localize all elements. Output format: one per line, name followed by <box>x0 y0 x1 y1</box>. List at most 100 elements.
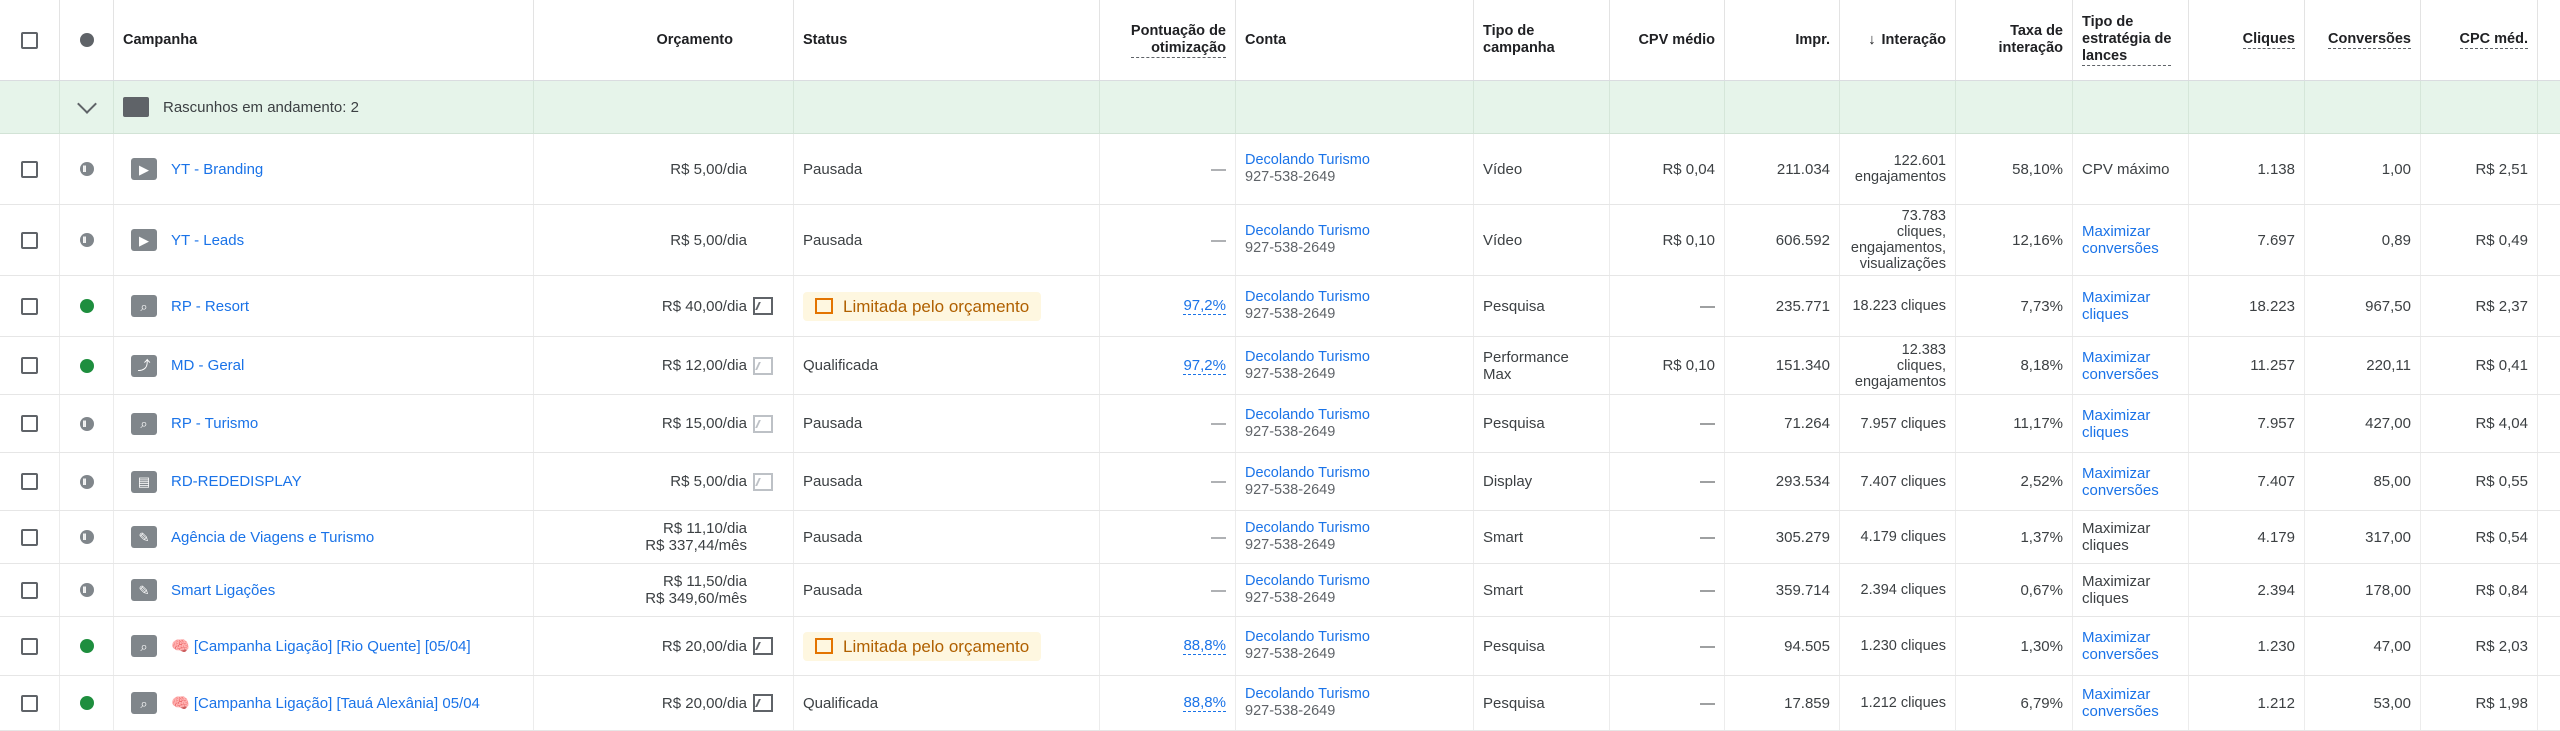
row-checkbox[interactable] <box>21 415 38 432</box>
bid-strategy-value[interactable]: Maximizar conversões <box>2082 349 2179 383</box>
col-budget[interactable]: Orçamento <box>534 0 794 80</box>
budget-chart-icon[interactable] <box>753 694 773 712</box>
status-enabled-icon[interactable] <box>79 358 94 373</box>
campaign-name-link[interactable]: Agência de Viagens e Turismo <box>171 529 374 546</box>
row-status-cell[interactable] <box>60 676 114 730</box>
account-cell: Decolando Turismo 927-538-2649 <box>1236 617 1474 675</box>
limited-by-budget-badge[interactable]: Limitada pelo orçamento <box>803 631 1042 661</box>
col-optimization-score[interactable]: Pontuação de otimização <box>1100 0 1236 80</box>
row-status-cell[interactable] <box>60 276 114 336</box>
status-paused-icon[interactable] <box>79 162 94 176</box>
budget-chart-icon[interactable] <box>753 637 773 655</box>
chevron-down-icon[interactable] <box>76 94 97 114</box>
optimization-score[interactable]: 88,8% <box>1183 637 1226 655</box>
col-avg-cpc[interactable]: CPC méd. <box>2421 0 2538 80</box>
bid-strategy-value[interactable]: Maximizar conversões <box>2082 465 2179 499</box>
status-paused-icon[interactable] <box>79 583 94 597</box>
status-paused-icon[interactable] <box>79 416 94 431</box>
col-campaign[interactable]: Campanha <box>114 0 534 80</box>
col-conversions[interactable]: Conversões <box>2305 0 2421 80</box>
campaign-name-link[interactable]: 🧠 [Campanha Ligação] [Tauá Alexânia] 05/… <box>171 695 480 712</box>
status-paused-icon[interactable] <box>79 530 94 544</box>
drafts-group-row[interactable]: Rascunhos em andamento: 2 <box>0 81 2560 134</box>
row-status-cell[interactable] <box>60 395 114 452</box>
optimization-score[interactable]: 97,2% <box>1183 357 1226 375</box>
campaign-name-link[interactable]: 🧠 [Campanha Ligação] [Rio Quente] [05/04… <box>171 638 471 655</box>
account-id: 927-538-2649 <box>1245 169 1336 185</box>
campaign-name-link[interactable]: MD - Geral <box>171 357 244 374</box>
campaign-name-link[interactable]: Smart Ligações <box>171 582 275 599</box>
row-checkbox[interactable] <box>21 637 38 655</box>
col-campaign-type[interactable]: Tipo de campanha <box>1474 0 1610 80</box>
account-wrap: Decolando Turismo 927-538-2649 <box>1245 349 1370 383</box>
row-checkbox[interactable] <box>21 581 38 599</box>
account-name-link[interactable]: Decolando Turismo <box>1245 289 1370 306</box>
row-status-cell[interactable] <box>60 134 114 204</box>
account-cell: Decolando Turismo 927-538-2649 <box>1236 134 1474 204</box>
row-checkbox[interactable] <box>21 357 38 374</box>
account-name-link[interactable]: Decolando Turismo <box>1245 629 1370 646</box>
col-clicks[interactable]: Cliques <box>2189 0 2305 80</box>
interactions-cell: 7.957 cliques <box>1840 395 1956 452</box>
campaign-name-link[interactable]: YT - Branding <box>171 161 263 178</box>
budget-daily: R$ 20,00/dia <box>661 637 747 655</box>
status-paused-icon[interactable] <box>79 233 94 247</box>
col-account[interactable]: Conta <box>1236 0 1474 80</box>
col-avg-cpv[interactable]: CPV médio <box>1610 0 1725 80</box>
account-name-link[interactable]: Decolando Turismo <box>1245 152 1370 169</box>
row-checkbox[interactable] <box>21 528 38 546</box>
budget-text: R$ 11,50/dia R$ 349,60/mês <box>645 573 747 607</box>
col-interactions[interactable]: ↓ Interação <box>1840 0 1956 80</box>
col-impressions[interactable]: Impr. <box>1725 0 1840 80</box>
account-name-link[interactable]: Decolando Turismo <box>1245 686 1370 703</box>
row-select-cell <box>0 453 60 510</box>
row-checkbox[interactable] <box>21 231 38 249</box>
status-paused-icon[interactable] <box>79 474 94 489</box>
extra-cell <box>2538 276 2560 336</box>
col-bid-strategy[interactable]: Tipo de estratégia de lances <box>2073 0 2189 80</box>
col-interaction-rate[interactable]: Taxa de interação <box>1956 0 2073 80</box>
row-checkbox[interactable] <box>21 160 38 178</box>
budget-chart-icon[interactable] <box>753 297 773 315</box>
optimization-score[interactable]: 88,8% <box>1183 694 1226 712</box>
row-status-cell[interactable] <box>60 453 114 510</box>
bid-strategy-value[interactable]: Maximizar conversões <box>2082 223 2179 257</box>
account-name-link[interactable]: Decolando Turismo <box>1245 520 1370 537</box>
bid-strategy-value[interactable]: Maximizar conversões <box>2082 686 2179 720</box>
bid-strategy-value[interactable]: Maximizar cliques <box>2082 289 2179 323</box>
campaign-name-link[interactable]: YT - Leads <box>171 232 244 249</box>
budget-daily: R$ 15,00/dia <box>661 415 747 432</box>
row-status-cell[interactable] <box>60 337 114 394</box>
account-name-link[interactable]: Decolando Turismo <box>1245 407 1370 424</box>
account-name-link[interactable]: Decolando Turismo <box>1245 465 1370 482</box>
account-cell: Decolando Turismo 927-538-2649 <box>1236 676 1474 730</box>
status-enabled-icon[interactable] <box>79 299 94 313</box>
row-status-cell[interactable] <box>60 511 114 563</box>
limited-by-budget-badge[interactable]: Limitada pelo orçamento <box>803 291 1042 321</box>
account-name-link[interactable]: Decolando Turismo <box>1245 573 1370 590</box>
campaign-name-link[interactable]: RP - Resort <box>171 298 249 315</box>
bid-strategy-cell: Maximizar conversões <box>2073 337 2189 394</box>
campaign-name-link[interactable]: RP - Turismo <box>171 415 258 432</box>
col-bid-strategy-line3: lances <box>2082 48 2128 64</box>
select-all-checkbox[interactable] <box>21 31 38 49</box>
campaign-name-link[interactable]: RD-REDEDISPLAY <box>171 473 302 490</box>
account-name-link[interactable]: Decolando Turismo <box>1245 223 1370 240</box>
optimization-score[interactable]: 97,2% <box>1183 297 1226 315</box>
row-checkbox[interactable] <box>21 297 38 315</box>
budget-text: R$ 5,00/dia <box>670 473 747 490</box>
row-status-cell[interactable] <box>60 617 114 675</box>
row-checkbox[interactable] <box>21 694 38 712</box>
status-enabled-icon[interactable] <box>79 696 94 710</box>
conversions-cell: 1,00 <box>2305 134 2421 204</box>
col-status[interactable]: Status <box>794 0 1100 80</box>
row-status-cell[interactable] <box>60 564 114 616</box>
video-icon: ▶ <box>131 158 157 180</box>
row-status-cell[interactable] <box>60 205 114 275</box>
bid-strategy-value[interactable]: Maximizar cliques <box>2082 407 2179 441</box>
account-name-link[interactable]: Decolando Turismo <box>1245 349 1370 366</box>
status-enabled-icon[interactable] <box>79 639 94 653</box>
row-checkbox[interactable] <box>21 473 38 490</box>
account-wrap: Decolando Turismo 927-538-2649 <box>1245 223 1370 257</box>
bid-strategy-value[interactable]: Maximizar conversões <box>2082 629 2179 663</box>
